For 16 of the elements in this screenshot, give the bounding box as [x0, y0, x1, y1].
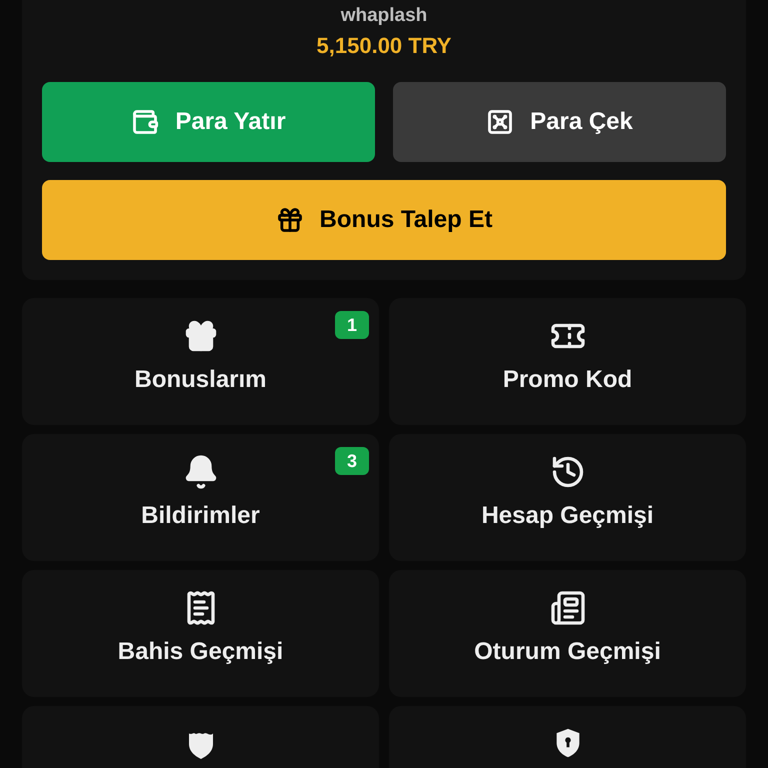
balance: 5,150.00 TRY: [316, 32, 452, 60]
newspaper-icon: [550, 590, 586, 626]
username: whaplash: [340, 4, 428, 28]
wallet-icon: [131, 108, 160, 136]
safe-icon: [486, 108, 514, 136]
menu-tile[interactable]: Bonuslarım 1: [22, 298, 379, 425]
count-badge: 3: [335, 447, 369, 475]
gift-icon: [276, 206, 304, 234]
menu-tile[interactable]: Promo Kod: [389, 298, 746, 425]
bonus-button[interactable]: Bonus Talep Et: [42, 180, 726, 260]
menu-tile[interactable]: Bildirimler 3: [22, 434, 379, 561]
withdraw-button[interactable]: Para Çek: [393, 82, 726, 162]
menu-tile[interactable]: Oturum Geçmişi: [389, 570, 746, 697]
menu-tile[interactable]: Bahis Geçmişi: [22, 570, 379, 697]
count-badge: 1: [335, 311, 369, 339]
menu-tile[interactable]: Hesap Geçmişi: [389, 434, 746, 561]
